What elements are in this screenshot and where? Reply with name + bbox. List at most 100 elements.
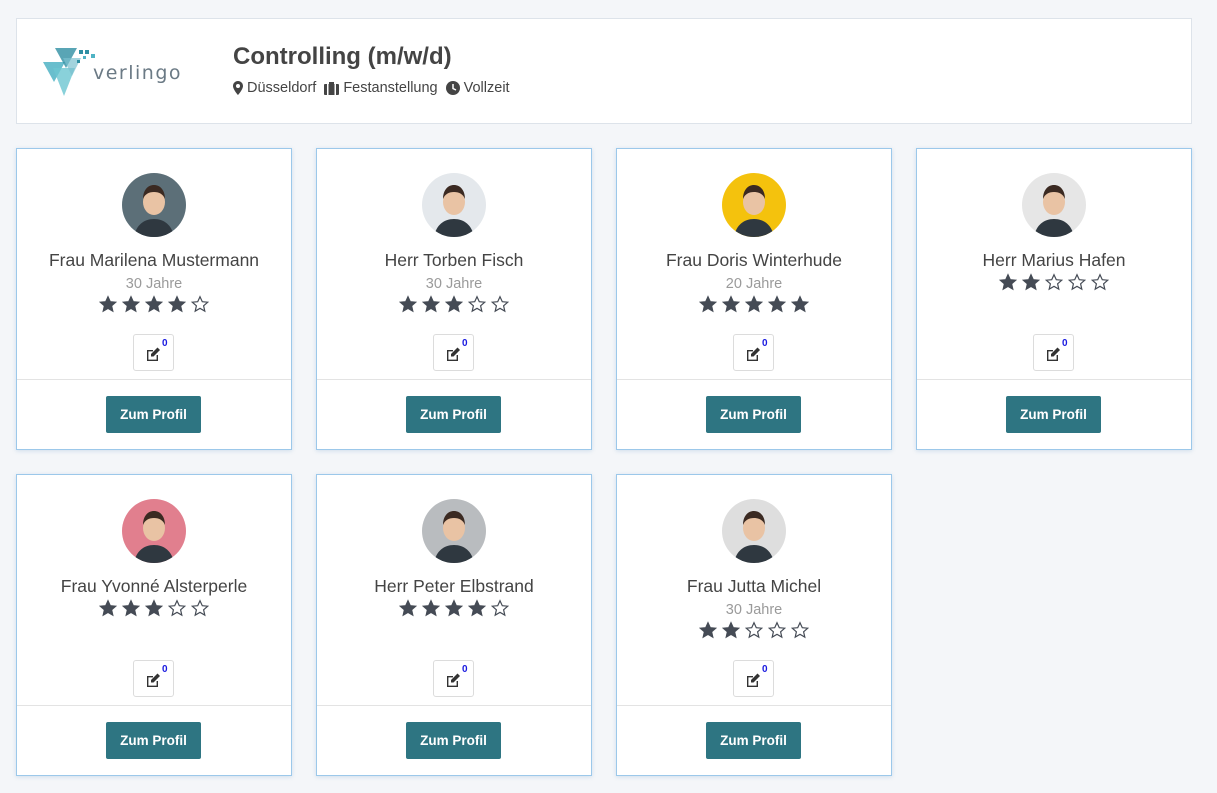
company-logo: verlingo	[41, 46, 191, 98]
edit-icon	[447, 347, 460, 361]
profile-button[interactable]: Zum Profil	[1006, 396, 1101, 433]
profile-button[interactable]: Zum Profil	[706, 722, 801, 759]
notes-button[interactable]: 0	[433, 660, 474, 697]
star-filled-icon	[143, 295, 166, 313]
star-rating	[317, 295, 591, 313]
star-empty-icon	[766, 621, 789, 639]
notes-count-badge: 0	[762, 664, 768, 675]
meta-employment: Festanstellung	[324, 80, 438, 96]
star-rating	[317, 599, 591, 617]
page-title: Controlling (m/w/d)	[233, 43, 452, 70]
star-filled-icon	[443, 599, 466, 617]
logo-icon	[43, 48, 95, 96]
person-avatar-icon	[422, 499, 486, 563]
star-filled-icon	[997, 273, 1020, 291]
avatar	[422, 173, 486, 237]
notes-button[interactable]: 0	[733, 660, 774, 697]
card-divider	[917, 379, 1191, 380]
card-divider	[317, 379, 591, 380]
star-empty-icon	[166, 599, 189, 617]
star-filled-icon	[97, 599, 120, 617]
star-filled-icon	[697, 621, 720, 639]
profile-button[interactable]: Zum Profil	[406, 722, 501, 759]
notes-button[interactable]: 0	[133, 660, 174, 697]
star-rating	[617, 621, 891, 639]
candidate-age: 20 Jahre	[725, 276, 783, 292]
notes-count-badge: 0	[1062, 338, 1068, 349]
person-avatar-icon	[1022, 173, 1086, 237]
star-filled-icon	[397, 295, 420, 313]
profile-button[interactable]: Zum Profil	[106, 396, 201, 433]
map-marker-icon	[233, 81, 243, 95]
star-rating	[617, 295, 891, 313]
star-empty-icon	[189, 295, 212, 313]
job-meta: Düsseldorf Festanstellung Vollzeit	[233, 80, 518, 96]
card-divider	[617, 379, 891, 380]
clock-icon	[445, 81, 460, 95]
candidate-card: Herr Torben Fisch 30 Jahre 0 Zum Profil	[316, 148, 592, 450]
star-filled-icon	[789, 295, 812, 313]
profile-button[interactable]: Zum Profil	[406, 396, 501, 433]
candidate-card: Herr Marius Hafen 0 Zum Profil	[916, 148, 1192, 450]
edit-icon	[1047, 347, 1060, 361]
meta-location: Düsseldorf	[233, 80, 316, 96]
star-empty-icon	[789, 621, 812, 639]
edit-icon	[147, 347, 160, 361]
candidate-card: Frau Marilena Mustermann 30 Jahre 0 Zum …	[16, 148, 292, 450]
candidate-card: Frau Doris Winterhude 20 Jahre 0 Zum Pro…	[616, 148, 892, 450]
edit-icon	[147, 673, 160, 687]
person-avatar-icon	[722, 173, 786, 237]
star-filled-icon	[397, 599, 420, 617]
star-filled-icon	[143, 599, 166, 617]
star-filled-icon	[420, 599, 443, 617]
star-filled-icon	[766, 295, 789, 313]
star-filled-icon	[1020, 273, 1043, 291]
notes-count-badge: 0	[462, 664, 468, 675]
star-empty-icon	[1066, 273, 1089, 291]
location-text: Düsseldorf	[247, 80, 317, 96]
notes-button[interactable]: 0	[433, 334, 474, 371]
candidate-name: Herr Marius Hafen	[982, 250, 1126, 270]
candidate-name: Frau Marilena Mustermann	[48, 250, 260, 270]
star-empty-icon	[489, 599, 512, 617]
candidate-name: Frau Yvonné Alsterperle	[60, 576, 248, 596]
star-empty-icon	[489, 295, 512, 313]
star-filled-icon	[443, 295, 466, 313]
candidate-name: Herr Torben Fisch	[384, 250, 524, 270]
star-rating	[17, 599, 291, 617]
candidate-name: Frau Jutta Michel	[686, 576, 822, 596]
star-filled-icon	[720, 295, 743, 313]
candidate-card: Frau Yvonné Alsterperle 0 Zum Profil	[16, 474, 292, 776]
notes-count-badge: 0	[162, 664, 168, 675]
avatar	[1022, 173, 1086, 237]
employment-type-text: Festanstellung	[343, 80, 438, 96]
schedule-text: Vollzeit	[463, 80, 510, 96]
notes-button[interactable]: 0	[733, 334, 774, 371]
star-filled-icon	[97, 295, 120, 313]
profile-button[interactable]: Zum Profil	[706, 396, 801, 433]
briefcase-icon	[324, 81, 340, 95]
candidate-card: Herr Peter Elbstrand 0 Zum Profil	[316, 474, 592, 776]
candidate-name: Frau Doris Winterhude	[665, 250, 843, 270]
star-empty-icon	[189, 599, 212, 617]
avatar	[722, 173, 786, 237]
star-empty-icon	[466, 295, 489, 313]
person-avatar-icon	[122, 173, 186, 237]
star-filled-icon	[720, 621, 743, 639]
profile-button[interactable]: Zum Profil	[106, 722, 201, 759]
edit-icon	[447, 673, 460, 687]
star-empty-icon	[743, 621, 766, 639]
avatar	[422, 499, 486, 563]
meta-schedule: Vollzeit	[445, 80, 510, 96]
card-divider	[617, 705, 891, 706]
star-filled-icon	[697, 295, 720, 313]
star-filled-icon	[120, 295, 143, 313]
star-rating	[917, 273, 1191, 291]
person-avatar-icon	[722, 499, 786, 563]
card-divider	[317, 705, 591, 706]
star-rating	[17, 295, 291, 313]
notes-button[interactable]: 0	[1033, 334, 1074, 371]
star-filled-icon	[420, 295, 443, 313]
candidate-age: 30 Jahre	[425, 276, 483, 292]
notes-button[interactable]: 0	[133, 334, 174, 371]
